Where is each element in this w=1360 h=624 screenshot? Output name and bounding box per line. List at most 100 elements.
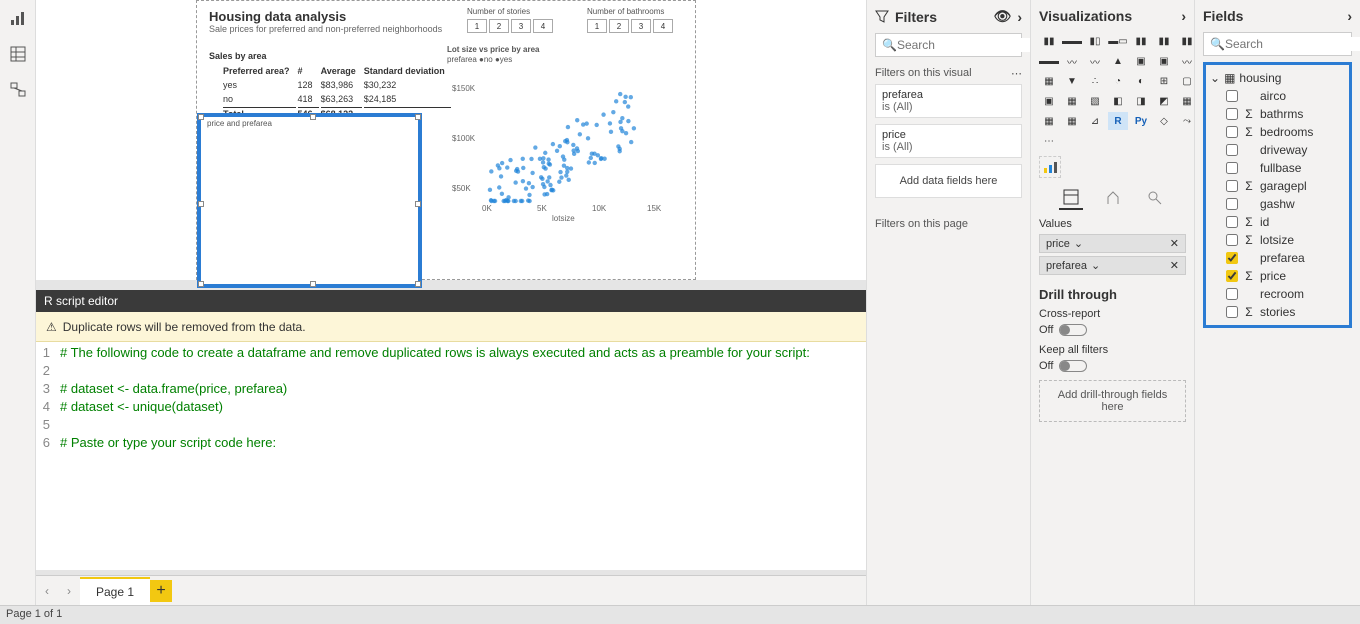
keep-filters-toggle[interactable]: Off	[1039, 360, 1186, 372]
field-row[interactable]: Σlotsize	[1208, 231, 1347, 249]
field-checkbox[interactable]	[1226, 90, 1238, 102]
viz-type-icon[interactable]: ⊿	[1085, 112, 1105, 130]
report-page[interactable]: Housing data analysis Sale prices for pr…	[196, 0, 696, 280]
viz-type-icon[interactable]: ▣	[1039, 92, 1059, 110]
toggle-off-icon[interactable]	[1059, 324, 1087, 336]
field-row[interactable]: Σbedrooms	[1208, 123, 1347, 141]
slicer-cell[interactable]: 2	[489, 19, 509, 33]
field-checkbox[interactable]	[1226, 180, 1238, 192]
viz-type-icon[interactable]: ▬▬	[1062, 32, 1082, 50]
field-checkbox[interactable]	[1226, 234, 1238, 246]
field-checkbox[interactable]	[1226, 162, 1238, 174]
viz-type-icon[interactable]: ◨	[1131, 92, 1151, 110]
field-checkbox[interactable]	[1226, 108, 1238, 120]
viz-type-icon[interactable]: 〰	[1085, 52, 1105, 70]
report-view-icon[interactable]	[0, 0, 36, 36]
field-checkbox[interactable]	[1226, 126, 1238, 138]
next-page-icon[interactable]: ›	[58, 580, 80, 602]
slicer-cell[interactable]: 1	[587, 19, 607, 33]
field-row[interactable]: airco	[1208, 87, 1347, 105]
viz-type-icon[interactable]: ▬▭	[1108, 32, 1128, 50]
field-row[interactable]: prefarea	[1208, 249, 1347, 267]
remove-icon[interactable]: ✕	[1166, 259, 1179, 272]
field-row[interactable]: Σprice	[1208, 267, 1347, 285]
chevron-right-icon[interactable]: ›	[1181, 8, 1186, 24]
cross-report-toggle[interactable]: Off	[1039, 324, 1186, 336]
viz-type-icon[interactable]: ▣	[1131, 52, 1151, 70]
prev-page-icon[interactable]: ‹	[36, 580, 58, 602]
viz-type-icon[interactable]: ∴	[1085, 72, 1105, 90]
viz-type-icon[interactable]: R	[1108, 112, 1128, 130]
field-row[interactable]: Σid	[1208, 213, 1347, 231]
viz-type-icon[interactable]: ◧	[1108, 92, 1128, 110]
chevron-down-icon[interactable]: ⌄	[1087, 259, 1104, 272]
add-drillthrough-fields[interactable]: Add drill-through fields here	[1039, 380, 1186, 422]
slicer-bathrooms[interactable]: 1 2 3 4	[587, 19, 673, 33]
filter-card[interactable]: prefarea is (All)	[875, 84, 1022, 118]
field-checkbox[interactable]	[1226, 270, 1238, 282]
viz-type-icon[interactable]: ▦	[1062, 92, 1082, 110]
filter-card[interactable]: price is (All)	[875, 124, 1022, 158]
page-tab[interactable]: Page 1	[80, 577, 150, 605]
viz-type-icon[interactable]: ▲	[1108, 52, 1128, 70]
slicer-cell[interactable]: 3	[631, 19, 651, 33]
fields-search[interactable]: 🔍	[1203, 32, 1352, 56]
r-script-visual[interactable]: price and prefarea	[197, 113, 422, 288]
viz-type-icon[interactable]: ▮▯	[1085, 32, 1105, 50]
field-pill-price[interactable]: price⌄✕	[1039, 234, 1186, 253]
viz-type-icon[interactable]: ▮▮	[1154, 32, 1174, 50]
filters-search-input[interactable]	[897, 38, 1052, 52]
format-tab[interactable]	[1101, 186, 1125, 210]
field-row[interactable]: Σgaragepl	[1208, 177, 1347, 195]
fields-well-tab[interactable]	[1059, 186, 1083, 210]
data-view-icon[interactable]	[0, 36, 36, 72]
slicer-cell[interactable]: 4	[653, 19, 673, 33]
field-pill-prefarea[interactable]: prefarea⌄✕	[1039, 256, 1186, 275]
viz-type-icon[interactable]: ◇	[1154, 112, 1174, 130]
table-node[interactable]: ⌄ ▦ housing	[1208, 69, 1347, 87]
field-checkbox[interactable]	[1226, 144, 1238, 156]
viz-type-icon[interactable]: ◐	[1131, 72, 1151, 90]
model-view-icon[interactable]	[0, 72, 36, 108]
slicer-cell[interactable]: 3	[511, 19, 531, 33]
toggle-off-icon[interactable]	[1059, 360, 1087, 372]
viz-type-icon[interactable]: ▧	[1085, 92, 1105, 110]
field-checkbox[interactable]	[1226, 216, 1238, 228]
scatter-chart[interactable]: $150K $100K $50K 0K 5K 10K 15K lotsize	[447, 61, 677, 221]
fields-search-input[interactable]	[1225, 37, 1360, 51]
slicer-cell[interactable]: 4	[533, 19, 553, 33]
slicer-cell[interactable]: 1	[467, 19, 487, 33]
viz-type-icon[interactable]: ◔	[1108, 72, 1128, 90]
analytics-tab[interactable]	[1143, 186, 1167, 210]
chevron-down-icon[interactable]: ⌄	[1070, 237, 1087, 250]
viz-type-icon[interactable]: ⋯	[1039, 132, 1059, 150]
field-checkbox[interactable]	[1226, 288, 1238, 300]
field-checkbox[interactable]	[1226, 252, 1238, 264]
viz-type-icon[interactable]: Py	[1131, 112, 1151, 130]
more-icon[interactable]: ⋯	[1011, 67, 1022, 80]
viz-type-icon[interactable]: ⊞	[1154, 72, 1174, 90]
add-page-button[interactable]: +	[150, 580, 172, 602]
filters-search[interactable]: 🔍	[875, 33, 1022, 57]
viz-type-icon[interactable]: ▦	[1039, 72, 1059, 90]
field-checkbox[interactable]	[1226, 306, 1238, 318]
field-row[interactable]: gashw	[1208, 195, 1347, 213]
viz-type-icon[interactable]: ▦	[1039, 112, 1059, 130]
chevron-right-icon[interactable]: ›	[1347, 8, 1352, 24]
remove-icon[interactable]: ✕	[1166, 237, 1179, 250]
viz-type-icon[interactable]: ▮▮	[1131, 32, 1151, 50]
viz-type-icon[interactable]: ▦	[1062, 112, 1082, 130]
slicer-cell[interactable]: 2	[609, 19, 629, 33]
field-row[interactable]: fullbase	[1208, 159, 1347, 177]
viz-type-icon[interactable]: 〰	[1062, 52, 1082, 70]
field-row[interactable]: Σbathrms	[1208, 105, 1347, 123]
field-row[interactable]: Σstories	[1208, 303, 1347, 321]
add-filter-fields[interactable]: Add data fields here	[875, 164, 1022, 198]
viz-type-icon[interactable]: ▣	[1154, 52, 1174, 70]
report-canvas[interactable]: Housing data analysis Sale prices for pr…	[36, 0, 866, 280]
chevron-right-icon[interactable]: ›	[1017, 9, 1022, 25]
field-row[interactable]: driveway	[1208, 141, 1347, 159]
field-row[interactable]: recroom	[1208, 285, 1347, 303]
viz-type-icon[interactable]: ▼	[1062, 72, 1082, 90]
slicer-stories[interactable]: 1 2 3 4	[467, 19, 553, 33]
